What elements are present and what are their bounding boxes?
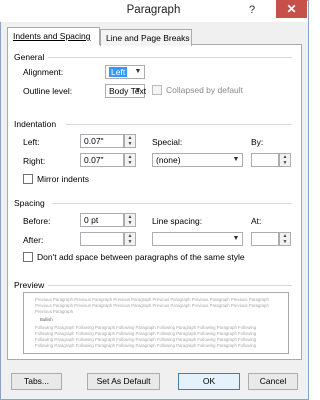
chevron-down-icon: ▼ [232, 235, 240, 242]
tab-indents-and-spacing[interactable]: Indents and Spacing [7, 27, 100, 45]
at-spinner[interactable]: ▲ ▼ [279, 232, 291, 246]
preview-heading: Preview [14, 280, 45, 290]
spin-down-icon[interactable]: ▼ [125, 141, 135, 147]
spin-down-icon[interactable]: ▼ [125, 220, 135, 226]
special-value: (none) [156, 155, 181, 165]
preview-line: Following Paragraph Following Paragraph … [35, 337, 257, 342]
title-bar: Paragraph ? ✕ [0, 0, 307, 22]
ok-button[interactable]: OK [178, 373, 240, 390]
left-indent-label: Left: [23, 137, 40, 147]
spin-down-icon[interactable]: ▼ [125, 160, 135, 166]
cancel-button[interactable]: Cancel [248, 373, 298, 390]
by-spinner[interactable]: ▲ ▼ [279, 153, 291, 167]
spacing-heading: Spacing [14, 198, 45, 208]
close-button[interactable]: ✕ [276, 0, 307, 18]
alignment-value: Left [109, 67, 128, 77]
preview-line: Following Paragraph Following Paragraph … [35, 343, 257, 348]
tab-line-and-page-breaks[interactable]: Line and Page Breaks [100, 29, 192, 46]
tab-label: Indents and Spacing [13, 31, 91, 41]
collapsed-by-default-label: Collapsed by default [166, 85, 244, 95]
spin-down-icon[interactable]: ▼ [280, 239, 290, 245]
mirror-indents-label: Mirror indents [37, 174, 89, 184]
preview-line: Previous Paragraph Previous Paragraph Pr… [35, 297, 269, 302]
preview-line-current: Bullish [40, 317, 53, 322]
right-indent-value: 0.07" [84, 155, 104, 165]
collapsed-by-default-checkbox[interactable] [152, 85, 162, 95]
left-indent-value: 0.07" [84, 136, 104, 146]
preview-pane: Previous Paragraph Previous Paragraph Pr… [23, 292, 289, 354]
line-spacing-label: Line spacing: [152, 216, 203, 226]
spacing-before-input[interactable]: 0 pt ▲ ▼ [80, 213, 136, 227]
divider [66, 124, 292, 125]
right-indent-input[interactable]: 0.07" ▲ ▼ [80, 153, 136, 167]
help-button[interactable]: ? [244, 3, 260, 18]
alignment-label: Alignment: [23, 67, 64, 77]
dialog-title: Paragraph [126, 4, 181, 16]
preview-line: Following Paragraph Following Paragraph … [35, 331, 257, 336]
tabs-button[interactable]: Tabs... [11, 373, 62, 390]
divider [48, 57, 292, 58]
chevron-down-icon: ▼ [134, 68, 142, 75]
spacing-before-label: Before: [23, 216, 51, 226]
special-select[interactable]: (none) ▼ [152, 153, 243, 167]
right-indent-label: Right: [23, 156, 46, 166]
outline-level-select[interactable]: Body Text ▼ [105, 84, 146, 98]
general-heading: General [14, 52, 45, 62]
spacing-before-spinner[interactable]: ▲ ▼ [124, 213, 136, 227]
left-indent-spinner[interactable]: ▲ ▼ [124, 134, 136, 148]
dont-add-space-label: Don't add space between paragraphs of th… [37, 252, 245, 262]
tab-label: Line and Page Breaks [106, 33, 190, 43]
mirror-indents-checkbox[interactable] [23, 174, 33, 184]
preview-line: Previous Paragraph [35, 309, 73, 314]
divider [52, 203, 292, 204]
right-indent-spinner[interactable]: ▲ ▼ [124, 153, 136, 167]
by-input[interactable]: ▲ ▼ [251, 153, 291, 167]
spin-down-icon[interactable]: ▼ [280, 160, 290, 166]
line-spacing-select[interactable]: ▼ [152, 232, 243, 246]
divider [48, 285, 292, 286]
outline-level-label: Outline level: [23, 86, 73, 96]
spacing-before-value: 0 pt [84, 215, 99, 225]
left-indent-input[interactable]: 0.07" ▲ ▼ [80, 134, 136, 148]
alignment-select[interactable]: Left ▼ [105, 65, 145, 79]
spacing-after-input[interactable]: ▲ ▼ [80, 232, 136, 246]
spacing-after-spinner[interactable]: ▲ ▼ [124, 232, 136, 246]
set-as-default-button[interactable]: Set As Default [87, 373, 160, 390]
preview-line: Following Paragraph Following Paragraph … [35, 325, 257, 330]
at-label: At: [251, 216, 262, 226]
indentation-heading: Indentation [14, 119, 57, 129]
special-label: Special: [152, 137, 183, 147]
spin-down-icon[interactable]: ▼ [125, 239, 135, 245]
chevron-down-icon: ▼ [134, 87, 142, 94]
by-label: By: [251, 137, 264, 147]
dont-add-space-checkbox[interactable] [23, 252, 33, 262]
at-input[interactable]: ▲ ▼ [251, 232, 291, 246]
preview-line: Previous Paragraph Previous Paragraph Pr… [35, 303, 269, 308]
chevron-down-icon: ▼ [232, 156, 240, 163]
spacing-after-label: After: [23, 235, 44, 245]
